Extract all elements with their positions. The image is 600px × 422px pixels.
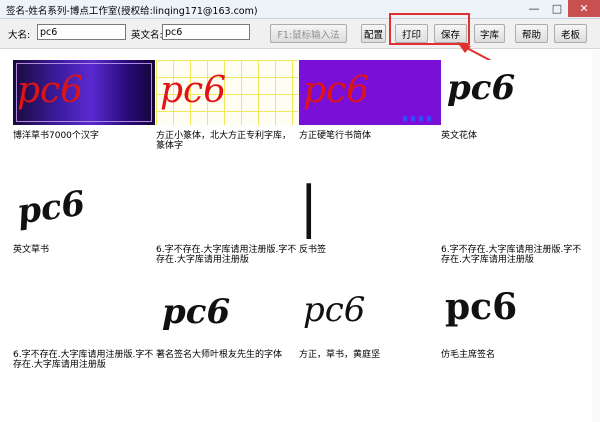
english-name-input[interactable] [162,24,250,40]
signature-caption: 6.字不存在.大字库请用注册版.字不存在.大字库请用注册版 [13,350,154,370]
signature-preview[interactable]: pc6 [299,280,441,345]
signature-text: pc6 [445,286,518,328]
title-bar: 签名-姓名系列-博点工作室(授权给:linqing171@163.com) — … [0,0,600,19]
name-input[interactable] [37,24,126,40]
mouse-input-button[interactable]: F1:鼠标输入法 [270,24,347,43]
window-title: 签名-姓名系列-博点工作室(授权给:linqing171@163.com) [6,6,258,17]
signature-text: pc6 [162,292,231,332]
signature-preview[interactable]: pc6 [156,60,298,125]
signature-preview[interactable]: pc6 [156,280,298,345]
signature-caption: 仿毛主席签名 [441,350,496,360]
signature-text: pc6 [160,70,227,111]
signature-preview[interactable]: pc6 [441,280,583,345]
signature-caption: 反书签 [299,245,327,255]
signature-caption: 方正硬笔行书简体 [299,131,372,141]
signature-text: pc6 [447,68,516,108]
old-version-button[interactable]: 老板 [554,24,587,43]
signature-caption: 英文草书 [13,245,50,255]
minimize-button[interactable]: — [522,0,546,17]
signature-caption: 6.字不存在.大字库请用注册版.字不存在.大字库请用注册版 [156,245,297,265]
signature-text: pc6 [303,290,366,330]
signature-preview[interactable]: pc6 [13,174,155,239]
signature-preview[interactable] [156,174,298,239]
signature-text: pc6 [303,70,370,111]
signature-preview[interactable]: | [299,174,441,239]
signature-preview[interactable] [441,174,583,239]
signature-caption: 方正，草书，黄庭坚 [299,350,381,360]
config-button[interactable]: 配置 [361,24,386,43]
signature-caption: 著名签名大师叶根友先生的字体 [156,350,283,360]
signature-preview[interactable]: pc6 [13,60,155,125]
signature-caption: 英文花体 [441,131,478,141]
signature-preview[interactable]: pc6 [299,60,441,125]
signature-caption: 方正小篆体，北大方正专利字库，篆体字 [156,131,292,151]
maximize-button[interactable]: □ [546,0,568,17]
signature-preview[interactable]: pc6 [441,60,583,125]
vertical-scrollbar[interactable] [592,50,600,422]
signature-preview[interactable] [13,280,155,345]
signature-text: | [299,174,319,239]
name-label: 大名: [8,30,31,41]
signature-text: pc6 [17,70,84,111]
signature-caption: 博洋草书7000个汉字 [13,131,99,141]
close-button[interactable]: ✕ [568,0,600,17]
signature-caption: 6.字不存在.大字库请用注册版.字不存在.大字库请用注册版 [441,245,582,265]
english-name-label: 英文名: [131,30,163,41]
signature-text: pc6 [14,183,88,233]
